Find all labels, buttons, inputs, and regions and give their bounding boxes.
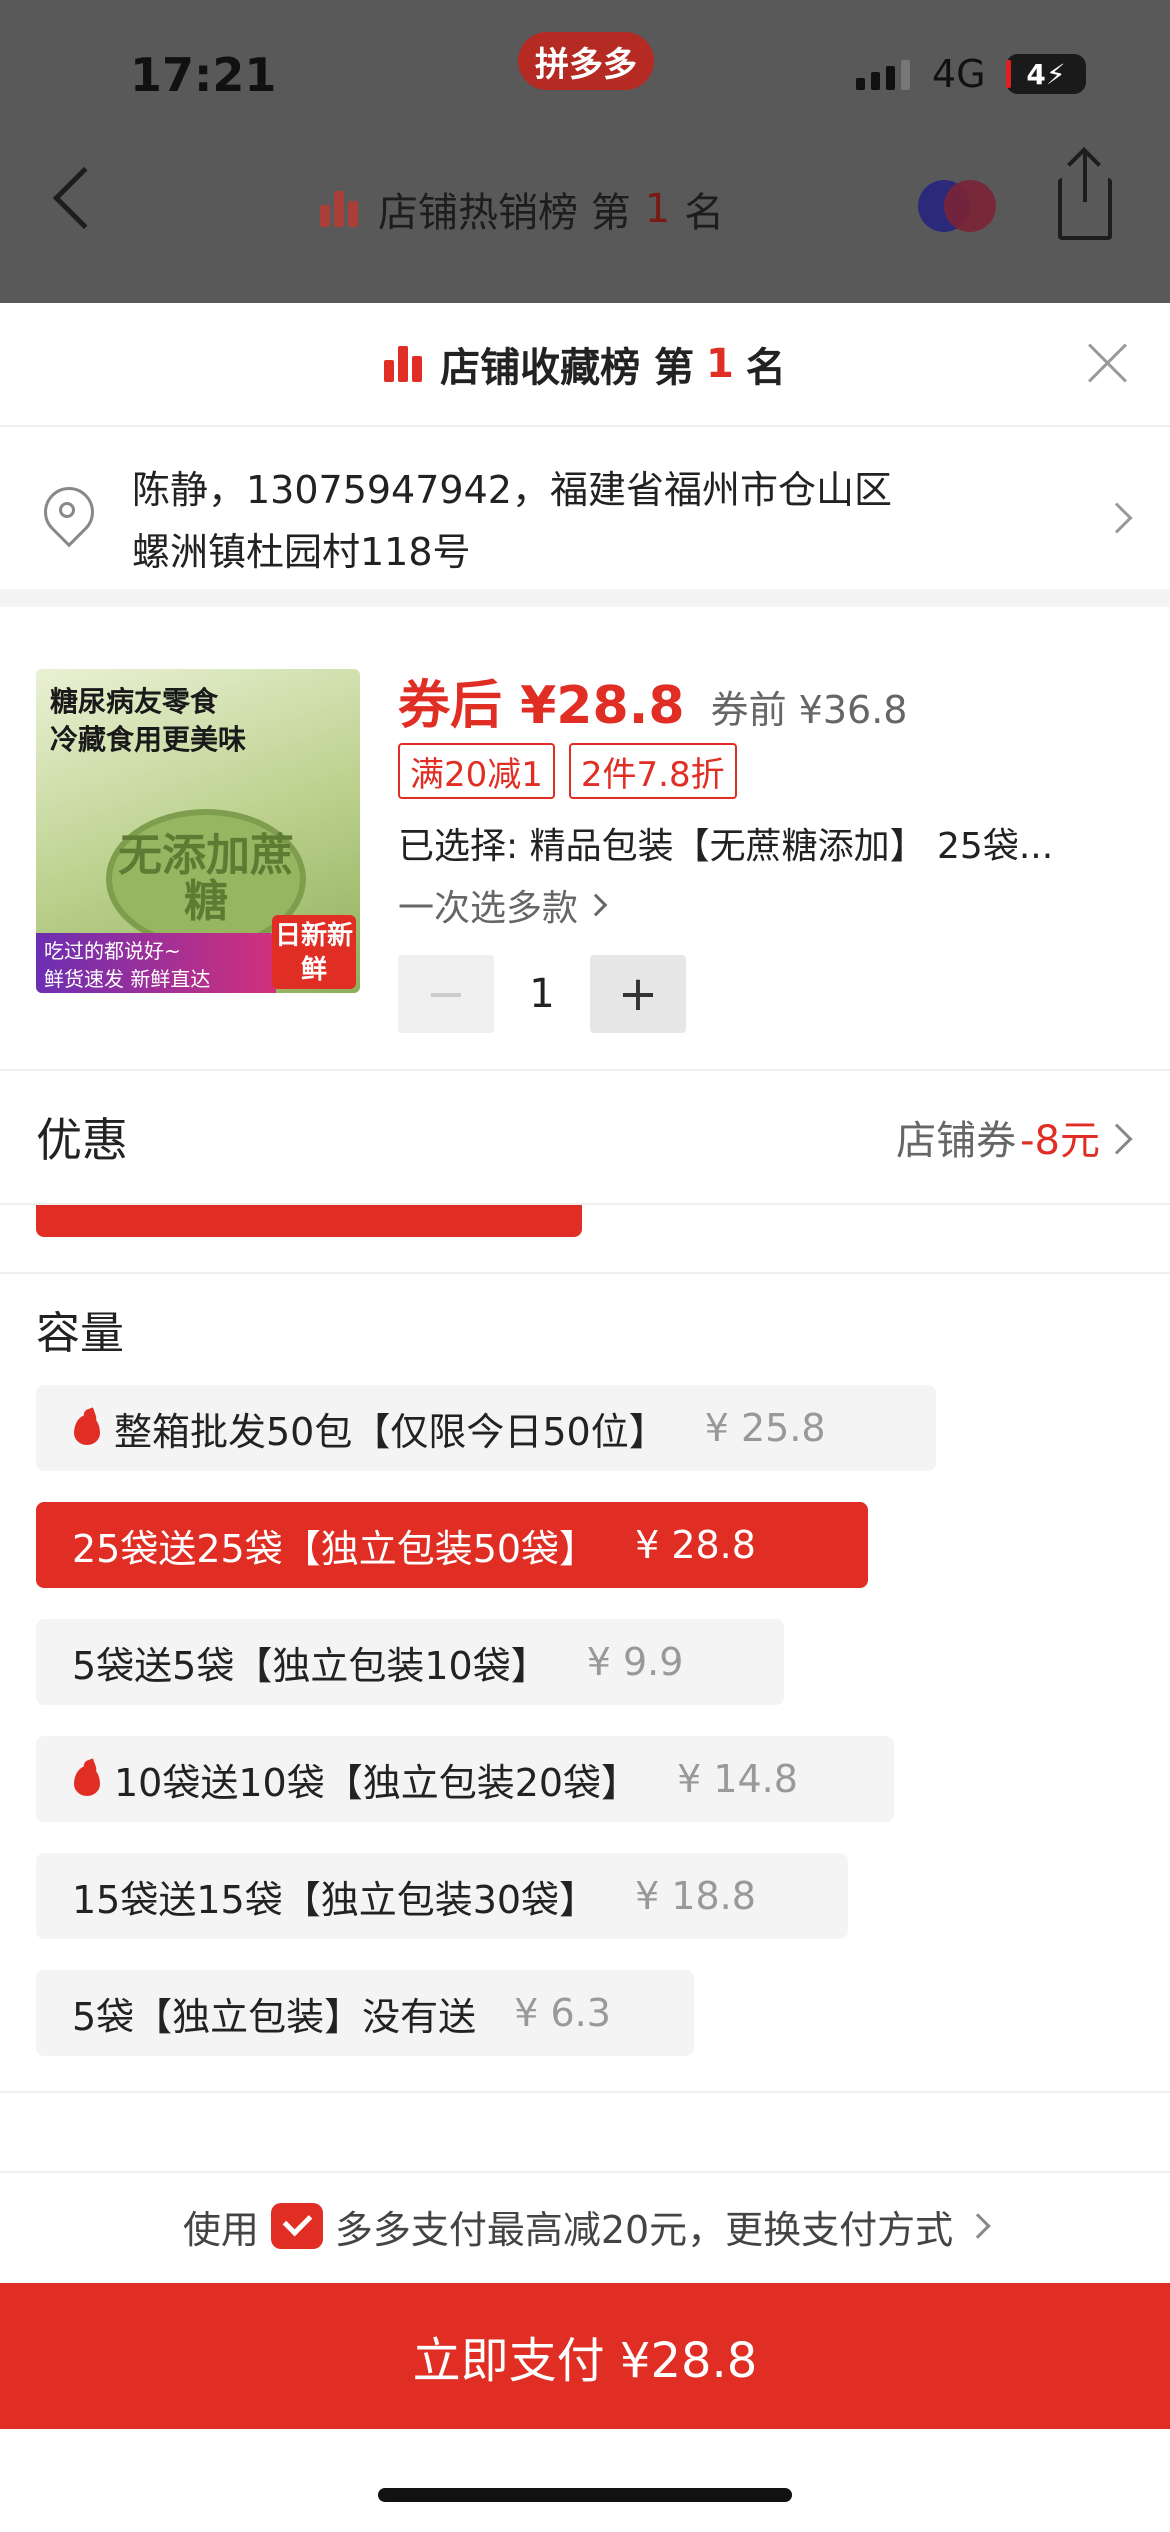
rank-chart-icon (320, 191, 358, 227)
close-icon[interactable] (1086, 341, 1130, 385)
coupon-amount: -8元 (1020, 1118, 1100, 1164)
network-label: 4G (932, 52, 986, 96)
price-before-coupon: 券前 ¥36.8 (710, 688, 908, 732)
multi-select-label: 一次选多款 (398, 888, 579, 929)
hot-flame-icon (72, 1409, 102, 1447)
battery-icon: 4 ⚡ (1006, 54, 1086, 94)
hot-flame-icon (72, 1760, 102, 1798)
address-line1: 陈静，13075947942，福建省福州市仓山区 (132, 468, 892, 512)
pay-tip-prefix: 使用 (182, 2207, 259, 2252)
option-label: 10袋送10袋【独立包装20袋】 (114, 1760, 640, 1805)
image-caption: 糖尿病友零食 冷藏食用更美味 (50, 685, 247, 756)
product-image[interactable]: 糖尿病友零食 冷藏食用更美味 无添加蔗糖 吃过的都说好~ 鲜货速发 新鲜直达 日新新… (36, 669, 360, 993)
decrease-button[interactable]: − (398, 955, 494, 1033)
pay-tip-text: 多多支付最高减20元，更换支付方式 (334, 2207, 954, 2252)
status-time: 17:21 (130, 48, 277, 102)
capacity-option[interactable]: 5袋【独立包装】没有送 ¥ 6.3 (36, 1970, 694, 2056)
purchase-sheet: 店铺收藏榜 第1名 陈静，13075947942，福建省福州市仓山区 螺洲镇杜园… (0, 303, 1170, 2532)
capacity-option[interactable]: 整箱批发50包【仅限今日50位】 ¥ 25.8 (36, 1385, 936, 1471)
location-pin-icon (40, 487, 92, 547)
address-text: 陈静，13075947942，福建省福州市仓山区 螺洲镇杜园村118号 (132, 459, 1032, 583)
app-pill: 拼多多 (518, 32, 654, 90)
price-row: 券后 ¥28.8 券前 ¥36.8 (398, 663, 907, 738)
signal-icon (856, 60, 910, 90)
rank-banner-text: 店铺收藏榜 第 (440, 345, 695, 391)
nav-title: 店铺热销榜 第 1名 (320, 180, 724, 238)
payment-method-row[interactable]: 使用 多多支付最高减20元，更换支付方式 (0, 2173, 1170, 2279)
status-bar: 17:21 拼多多 4G 4 ⚡ (0, 0, 1170, 150)
divider (0, 2091, 1170, 2093)
option-label: 5袋【独立包装】没有送 (72, 1994, 477, 2039)
dimmed-page-overlay[interactable]: 17:21 拼多多 4G 4 ⚡ 店铺热销榜 第 1名 (0, 0, 1170, 303)
discount-value: 店铺券 -8元 (896, 1108, 1134, 1166)
option-price: ¥ 9.9 (586, 1640, 684, 1684)
rank-banner-suffix: 名 (745, 345, 786, 391)
discount-row[interactable]: 优惠 店铺券 -8元 (0, 1071, 1170, 1205)
chevron-right-icon (584, 893, 608, 917)
image-band: 吃过的都说好~ 鲜货速发 新鲜直达 (36, 933, 276, 993)
option-label: 25袋送25袋【独立包装50袋】 (72, 1526, 598, 1571)
image-badge: 日新新鲜 (272, 915, 356, 989)
option-price: ¥ 18.8 (635, 1874, 756, 1918)
promo-tag: 2件7.8折 (568, 743, 737, 799)
coupon-label: 店铺券 (896, 1118, 1017, 1164)
option-label: 15袋送15袋【独立包装30袋】 (72, 1877, 598, 1922)
quantity-stepper: − 1 + (398, 955, 686, 1033)
promo-tag: 满20减1 (398, 743, 555, 799)
capacity-option-selected[interactable]: 25袋送25袋【独立包装50袋】 ¥ 28.8 (36, 1502, 868, 1588)
option-price: ¥ 6.3 (514, 1991, 611, 2035)
duoduo-pay-icon (270, 2203, 323, 2249)
selected-variant: 已选择: 精品包装【无蔗糖添加】 25袋... (398, 826, 1054, 867)
capacity-option[interactable]: 10袋送10袋【独立包装20袋】 ¥ 14.8 (36, 1736, 894, 1822)
capacity-option[interactable]: 15袋送15袋【独立包装30袋】 ¥ 18.8 (36, 1853, 848, 1939)
option-label: 5袋送5袋【独立包装10袋】 (72, 1643, 549, 1688)
quantity-value: 1 (529, 971, 555, 1017)
scrolled-option-peek (36, 1205, 582, 1237)
rank-number: 1 (706, 341, 734, 387)
address-line2: 螺洲镇杜园村118号 (132, 530, 471, 574)
pay-now-button[interactable]: 立即支付 ¥28.8 (0, 2283, 1170, 2429)
discount-label: 优惠 (36, 1113, 128, 1167)
capacity-title: 容量 (36, 1308, 124, 1359)
option-price: ¥ 14.8 (677, 1757, 798, 1801)
price-after-coupon: 券后 ¥28.8 (398, 676, 685, 736)
nav-title-text: 店铺热销榜 第 (378, 190, 631, 236)
product-summary: 糖尿病友零食 冷藏食用更美味 无添加蔗糖 吃过的都说好~ 鲜货速发 新鲜直达 日新新… (0, 625, 1170, 1071)
chevron-right-icon (1101, 502, 1133, 534)
chevron-right-icon (1101, 1123, 1133, 1155)
divider (0, 1272, 1170, 1274)
option-price: ¥ 25.8 (704, 1406, 826, 1450)
share-icon[interactable] (1058, 152, 1112, 240)
home-indicator[interactable] (378, 2488, 792, 2502)
increase-button[interactable]: + (590, 955, 686, 1033)
chevron-right-icon (965, 2213, 991, 2239)
back-icon[interactable] (52, 166, 116, 230)
capacity-option[interactable]: 5袋送5袋【独立包装10袋】 ¥ 9.9 (36, 1619, 784, 1705)
avatar-icon[interactable] (918, 180, 996, 232)
address-row[interactable]: 陈静，13075947942，福建省福州市仓山区 螺洲镇杜园村118号 (0, 427, 1170, 607)
option-label: 整箱批发50包【仅限今日50位】 (114, 1409, 667, 1454)
nav-title-suffix: 名 (684, 190, 725, 236)
multi-select-link[interactable]: 一次选多款 (398, 879, 608, 931)
promo-tags: 满20减1 2件7.8折 (398, 743, 737, 799)
rank-chart-icon (384, 346, 423, 382)
rank-banner: 店铺收藏榜 第1名 (0, 303, 1170, 427)
option-price: ¥ 28.8 (635, 1523, 756, 1567)
nav-rank: 1 (644, 186, 671, 232)
battery-level: 4 (1026, 57, 1046, 91)
